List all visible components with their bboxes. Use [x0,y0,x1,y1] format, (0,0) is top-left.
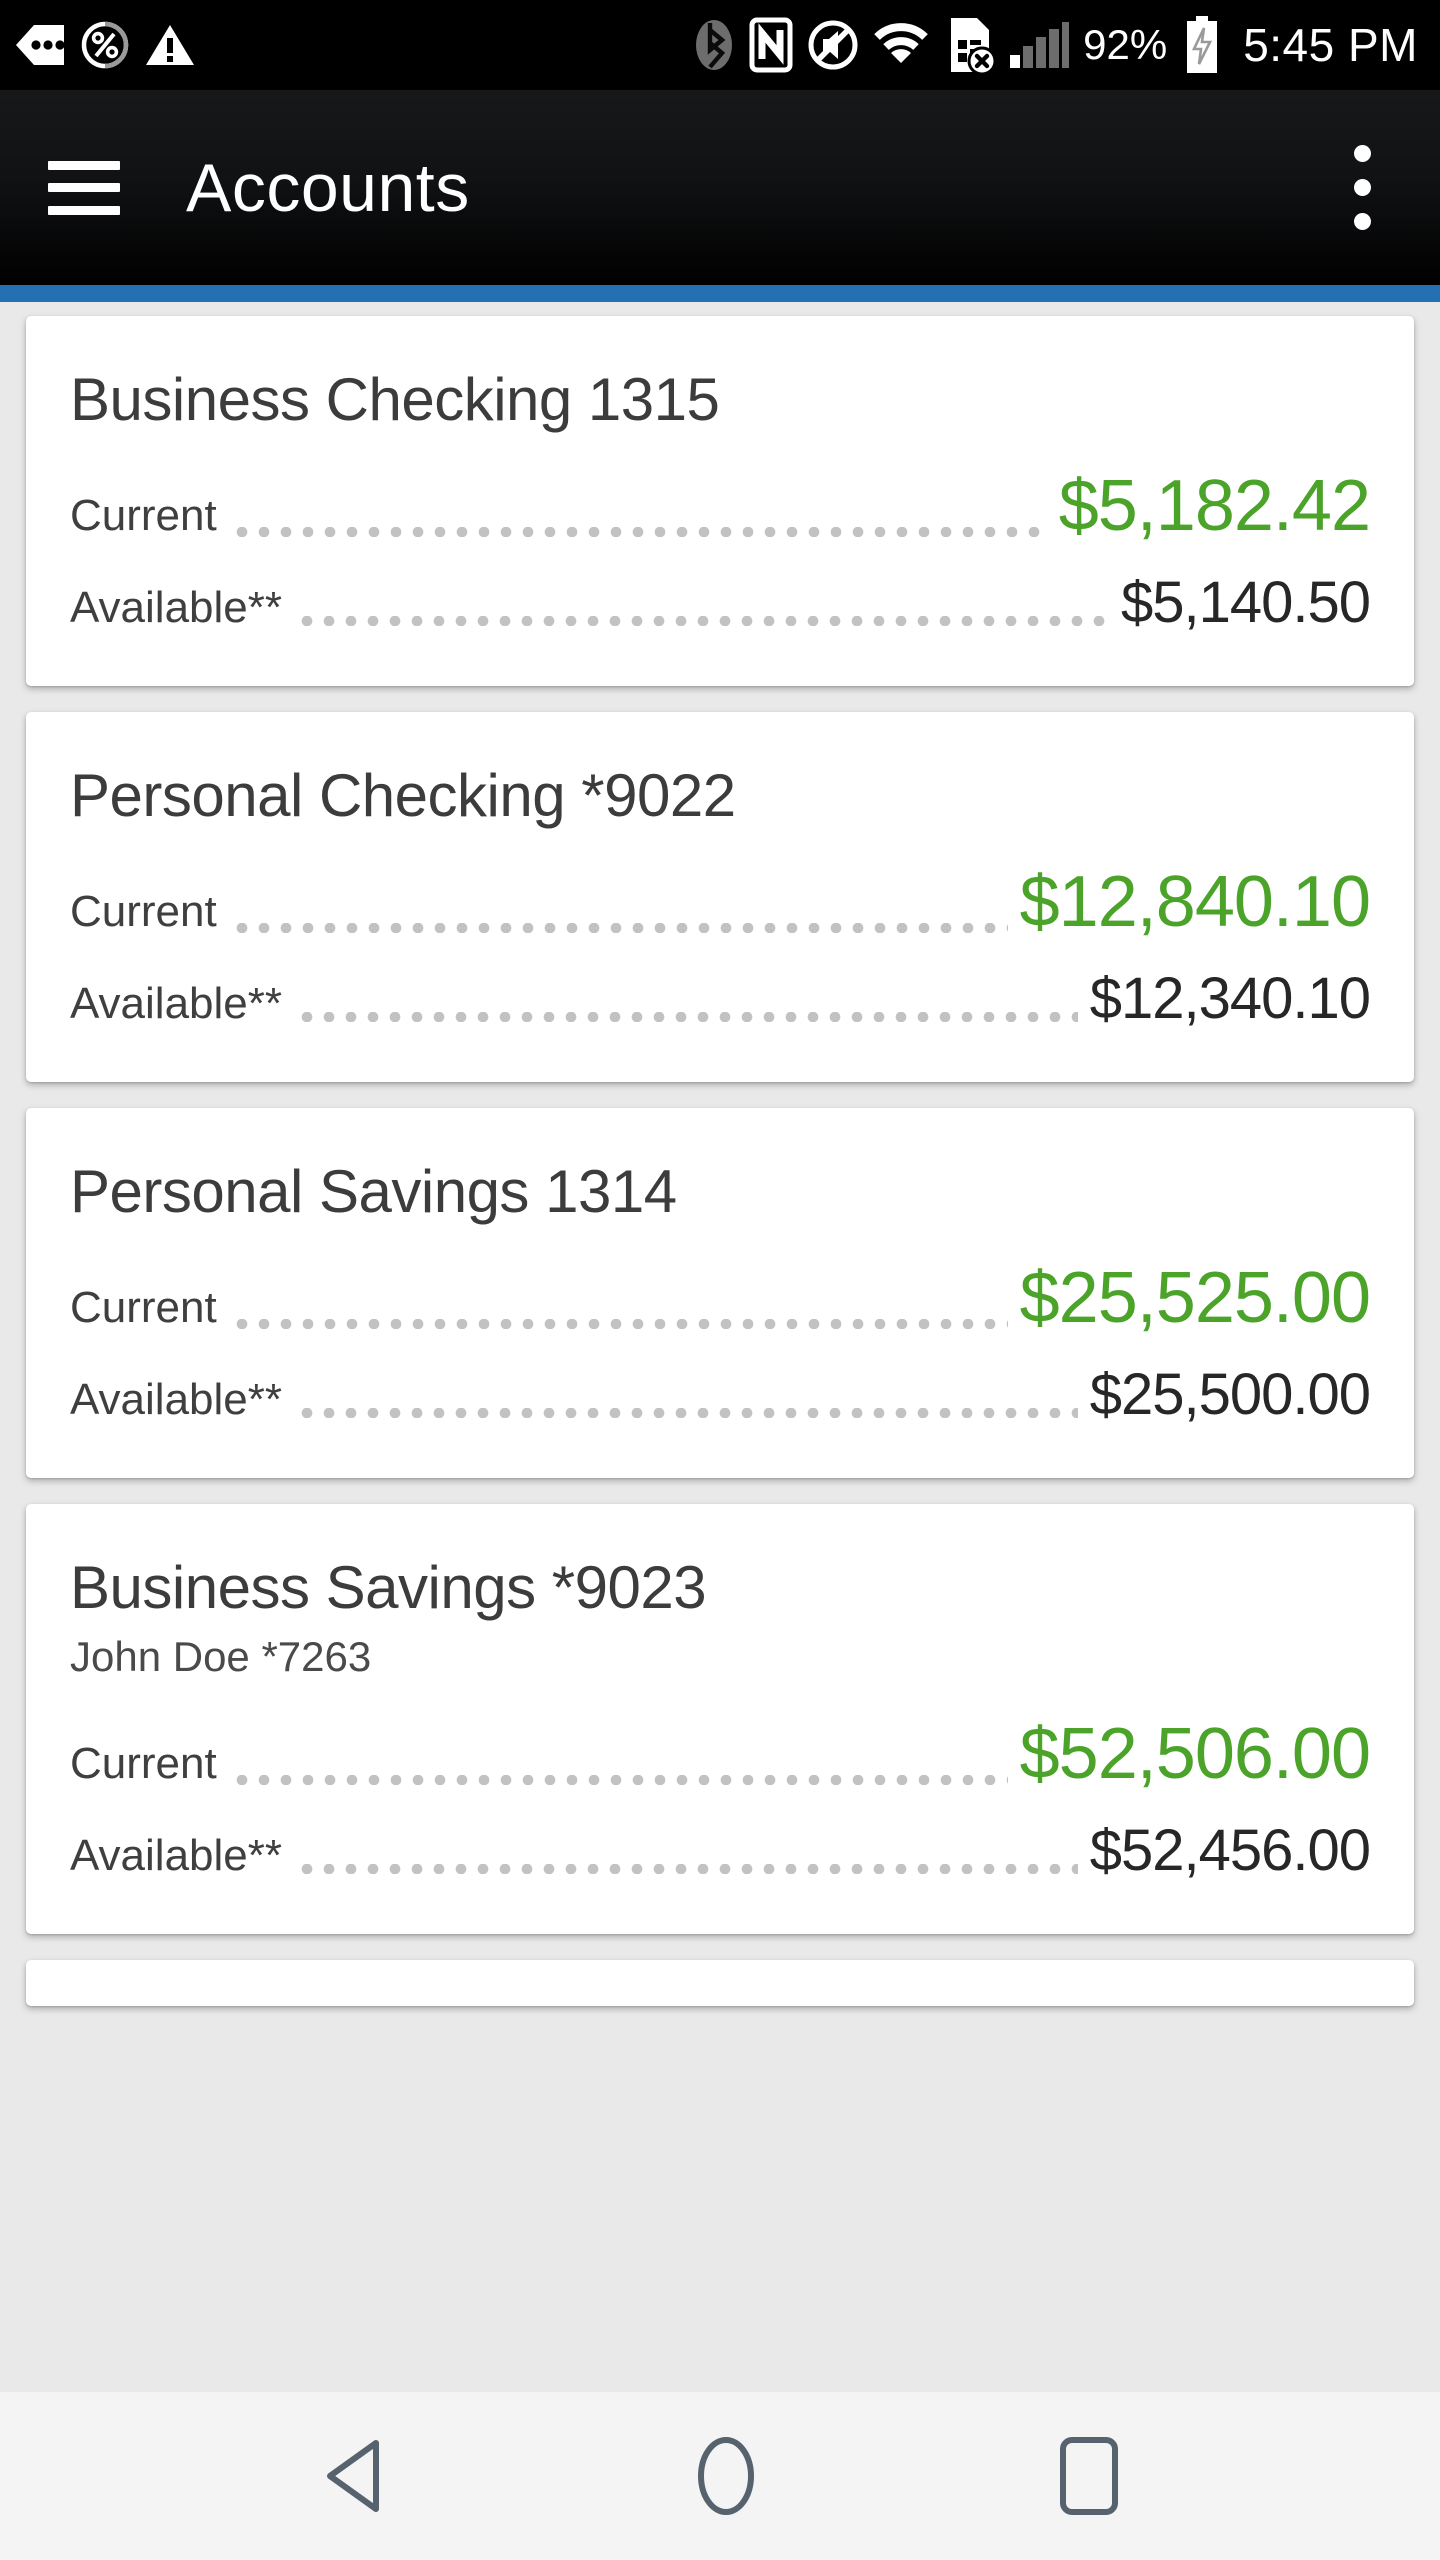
recents-button[interactable] [1058,2435,1120,2517]
available-balance-label: Available** [70,979,283,1028]
current-balance-value: $25,525.00 [1019,1258,1371,1338]
dotted-leader [230,1775,1008,1786]
account-card-partial[interactable] [26,1960,1414,2007]
available-balance-label: Available** [70,583,283,632]
more-notifications-icon [14,23,66,67]
account-name: Personal Savings 1314 [70,1158,677,1225]
available-balance-row: Available** $12,340.10 [70,965,1371,1032]
cellular-signal-icon [1009,21,1070,69]
current-balance-value: $12,840.10 [1019,862,1371,942]
dotted-leader [296,616,1109,626]
current-balance-row: Current $5,182.42 [70,465,1371,547]
account-name: Business Savings *9023 [70,1554,707,1621]
account-card[interactable]: Personal Checking *9022 Current $12,840.… [26,712,1414,1082]
data-saver-percent-icon [80,20,130,70]
current-balance-label: Current [70,887,217,936]
available-balance-row: Available** $52,456.00 [70,1817,1371,1884]
sim-card-error-icon [943,16,996,74]
app-bar: Accounts [0,90,1440,285]
volume-muted-icon [807,19,859,71]
status-bar-clock: 5:45 PM [1243,19,1418,71]
wifi-icon [873,22,929,68]
account-card[interactable]: Business Savings *9023 John Doe *7263 Cu… [26,1504,1414,1935]
account-card[interactable]: Personal Savings 1314 Current $25,525.00… [26,1108,1414,1478]
dotted-leader [296,1408,1078,1418]
phone-screen: 92% 5:45 PM Accounts Business Checking 1… [0,0,1440,2560]
accounts-list[interactable]: Business Checking 1315 Current $5,182.42… [0,302,1440,2392]
current-balance-row: Current $12,840.10 [70,861,1371,943]
home-button[interactable] [695,2435,757,2517]
page-title: Accounts [186,149,470,226]
available-balance-row: Available** $25,500.00 [70,1361,1371,1428]
current-balance-value: $52,506.00 [1019,1714,1371,1795]
current-balance-label: Current [70,491,217,540]
available-balance-value: $25,500.00 [1089,1362,1371,1427]
nfc-icon [749,17,793,73]
dotted-leader [230,923,1008,933]
dotted-leader [296,1864,1078,1875]
account-name: Personal Checking *9022 [70,762,736,829]
dotted-leader [296,1012,1078,1022]
available-balance-label: Available** [70,1375,283,1424]
account-subtitle: John Doe *7263 [70,1633,372,1680]
status-bar-notification-icons [14,20,196,70]
current-balance-label: Current [70,1739,217,1789]
dotted-leader [230,527,1047,537]
battery-charging-icon [1185,16,1219,74]
status-bar: 92% 5:45 PM [0,0,1440,90]
account-card[interactable]: Business Checking 1315 Current $5,182.42… [26,316,1414,686]
account-name: Business Checking 1315 [70,366,720,433]
status-bar-system-icons: 92% 5:45 PM [693,16,1418,74]
back-button[interactable] [320,2437,394,2515]
current-balance-label: Current [70,1283,217,1332]
hamburger-menu-icon[interactable] [48,160,120,215]
available-balance-value: $52,456.00 [1089,1818,1371,1884]
available-balance-value: $12,340.10 [1089,966,1371,1031]
accent-divider [0,285,1440,302]
dotted-leader [230,1319,1008,1329]
available-balance-row: Available** $5,140.50 [70,569,1371,636]
available-balance-value: $5,140.50 [1120,570,1371,635]
current-balance-row: Current $25,525.00 [70,1257,1371,1339]
current-balance-row: Current $52,506.00 [70,1713,1371,1795]
warning-triangle-icon [144,22,196,68]
overflow-menu-icon[interactable] [1330,133,1394,243]
available-balance-label: Available** [70,1831,283,1881]
current-balance-value: $5,182.42 [1058,466,1371,546]
android-navigation-bar [0,2392,1440,2560]
battery-percent-label: 92% [1083,21,1168,68]
bluetooth-icon [693,18,735,72]
